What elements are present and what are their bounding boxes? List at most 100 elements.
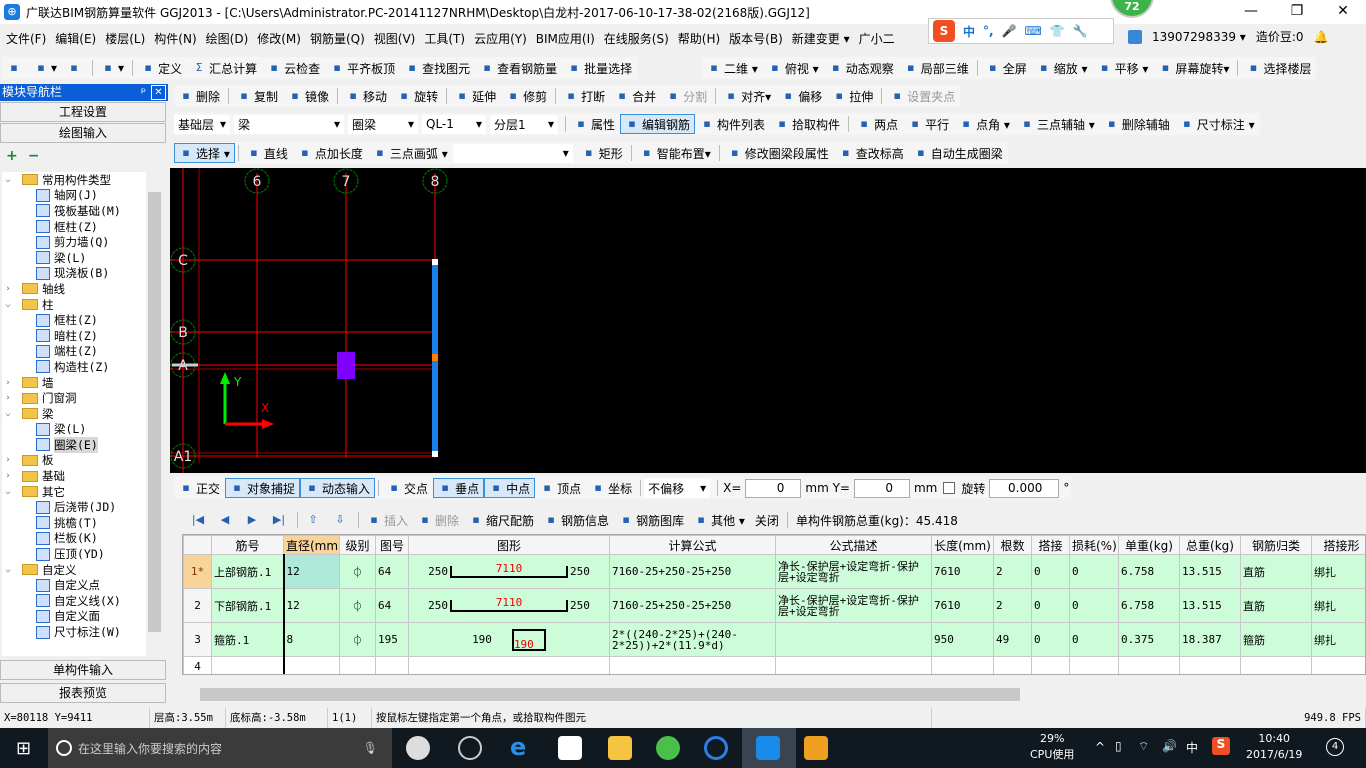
properties-button[interactable]: ▪ 属性 (569, 114, 620, 134)
column-header[interactable]: 搭接形 (1311, 535, 1365, 555)
row-header[interactable]: 3 (183, 622, 212, 657)
lap-cell[interactable]: 0 (1031, 588, 1070, 623)
bell-icon[interactable]: 🔔 (1314, 30, 1329, 44)
dropdown-5[interactable]: ▾ (452, 143, 573, 163)
dropdown-3[interactable]: QL-1 ▾ (422, 114, 486, 134)
unit-cell[interactable]: 6.758 (1118, 588, 1180, 623)
dropdown-10[interactable]: 不偏移 ▾ (644, 478, 711, 498)
column-header[interactable]: 总重(kg) (1179, 535, 1241, 555)
minimize-button[interactable]: — (1228, 0, 1274, 24)
point-angle-axis-button[interactable]: ▪ 点角 ▾ (954, 114, 1015, 134)
close-button[interactable]: ✕ (1320, 0, 1366, 24)
chevron-right-icon[interactable]: › (2, 393, 14, 403)
edit-rebar-button[interactable]: ▪ 编辑钢筋 (620, 114, 696, 134)
close-button[interactable]: 关闭 (750, 510, 784, 530)
menu-item[interactable]: 绘图(D) (206, 30, 249, 47)
ime-mode[interactable]: 中 (963, 23, 975, 40)
rebar-name-cell[interactable]: 箍筋.1 (211, 622, 284, 657)
microphone-icon[interactable]: 🎤 (1002, 24, 1017, 38)
delete-button[interactable]: ▪ 删除 (413, 510, 464, 530)
column-header[interactable]: 级别 (339, 535, 376, 555)
diameter-cell[interactable]: 12 (282, 554, 340, 589)
empty-cell[interactable] (408, 656, 610, 674)
merge-button[interactable]: ▪ 合并 (610, 86, 661, 106)
empty-cell[interactable] (282, 656, 340, 674)
tree-item[interactable]: 自定义线(X) (2, 593, 146, 609)
cat-cell[interactable]: 直筋 (1240, 554, 1312, 589)
empty-cell[interactable] (931, 656, 994, 674)
column-header[interactable]: 钢筋归类 (1240, 535, 1312, 555)
chevron-down-icon[interactable]: ⌵ (2, 175, 14, 185)
unit-cell[interactable]: 6.758 (1118, 554, 1180, 589)
tree-item[interactable]: 构造柱(Z) (2, 359, 146, 375)
tree-item[interactable]: 自定义点 (2, 577, 146, 593)
account-phone[interactable]: 13907298339 ▾ (1152, 30, 1246, 44)
tree-folder[interactable]: › 轴线 (2, 281, 146, 297)
chevron-right-icon[interactable]: › (2, 378, 14, 388)
chevron-down-icon[interactable]: ⌵ (2, 409, 14, 419)
figure-number-cell[interactable]: 64 (375, 588, 409, 623)
tree-folder[interactable]: ⌵ 常用构件类型 (2, 172, 146, 188)
dropdown-4[interactable]: 分层1 ▾ (490, 114, 558, 134)
cloud-check-button[interactable]: ▪ 云检查 (262, 58, 325, 78)
total-cell[interactable]: 18.387 (1179, 622, 1241, 657)
mirror-button[interactable]: ▪ 镜像 (283, 86, 334, 106)
app-icon-s[interactable] (704, 736, 728, 760)
auto-ring-beam-button[interactable]: ▪ 自动生成圈梁 (909, 143, 1008, 163)
zoom-button[interactable]: ▪ 缩放 ▾ (1032, 58, 1093, 78)
laptype-cell[interactable]: 绑扎 (1311, 588, 1365, 623)
dynamic-orbit-button[interactable]: ▪ 动态观察 (824, 58, 899, 78)
clock[interactable]: 10:40 2017/6/19 (1246, 731, 1302, 763)
empty-cell[interactable] (1179, 656, 1241, 674)
empty-cell[interactable] (1031, 656, 1070, 674)
edge-icon[interactable]: e (510, 735, 534, 760)
microphone-icon[interactable]: 🎙 (363, 741, 378, 755)
menu-item[interactable]: 楼层(L) (105, 30, 145, 47)
tree-item[interactable]: 端柱(Z) (2, 344, 146, 360)
column-header[interactable] (183, 535, 212, 555)
tree-folder[interactable]: › 墙 (2, 375, 146, 391)
shape-cell[interactable]: 250 7110 250 (408, 554, 610, 589)
align-button[interactable]: ▪ 对齐▾ (719, 86, 776, 106)
empty-cell[interactable] (775, 656, 932, 674)
lap-cell[interactable]: 0 (1031, 554, 1070, 589)
tree-item[interactable]: 压顶(YD) (2, 546, 146, 562)
len-cell[interactable]: 7610 (931, 588, 994, 623)
glodon-app-icon[interactable] (756, 736, 780, 760)
figure-number-cell[interactable]: 195 (375, 622, 409, 657)
tree-folder[interactable]: ⌵ 自定义 (2, 562, 146, 578)
menu-item[interactable]: 云应用(Y) (474, 30, 527, 47)
project-settings-button[interactable]: 工程设置 (0, 102, 166, 122)
scale-rebar-button[interactable]: ▪ 缩尺配筋 (464, 510, 539, 530)
menu-item[interactable]: 构件(N) (154, 30, 196, 47)
network-icon[interactable]: ▯ (1115, 739, 1122, 753)
sogou-logo-icon[interactable]: S (933, 20, 955, 42)
taskbar-search[interactable]: 在这里输入你要搜索的内容 🎙 (48, 728, 392, 768)
close-nav-button[interactable]: ✕ (151, 85, 166, 100)
menu-item[interactable]: 广小二 (859, 30, 895, 47)
scroll-thumb[interactable] (148, 192, 161, 632)
rotate-button[interactable]: ▪ 旋转 (392, 86, 443, 106)
menu-item[interactable]: 文件(F) (6, 30, 46, 47)
eraser-button[interactable]: ▪ 删除 (174, 86, 225, 106)
description-cell[interactable] (775, 622, 932, 657)
shape-cell[interactable]: 250 7110 250 (408, 588, 610, 623)
store-icon[interactable] (558, 736, 582, 760)
collapse-all-icon[interactable]: − (28, 148, 40, 164)
loss-cell[interactable]: 0 (1069, 588, 1119, 623)
menu-item[interactable]: 视图(V) (374, 30, 416, 47)
screen-rotate-button[interactable]: ▪ 屏幕旋转▾ (1153, 58, 1234, 78)
tree-item[interactable]: 后浇带(JD) (2, 499, 146, 515)
expand-all-icon[interactable]: + (6, 148, 18, 164)
menu-item[interactable]: 编辑(E) (55, 30, 96, 47)
loss-cell[interactable]: 0 (1069, 554, 1119, 589)
count-cell[interactable]: 2 (993, 588, 1032, 623)
grade-cell[interactable]: ⏀ (339, 588, 376, 623)
column-header[interactable]: 根数 (993, 535, 1032, 555)
undo-button[interactable]: ▪ ▾ (96, 58, 129, 78)
tree-item[interactable]: 梁(L) (2, 250, 146, 266)
midpoint-button[interactable]: ▪ 中点 (484, 478, 536, 498)
figure-number-cell[interactable]: 64 (375, 554, 409, 589)
tree-item[interactable]: 剪力墙(Q) (2, 234, 146, 250)
tree-folder[interactable]: ⌵ 其它 (2, 484, 146, 500)
